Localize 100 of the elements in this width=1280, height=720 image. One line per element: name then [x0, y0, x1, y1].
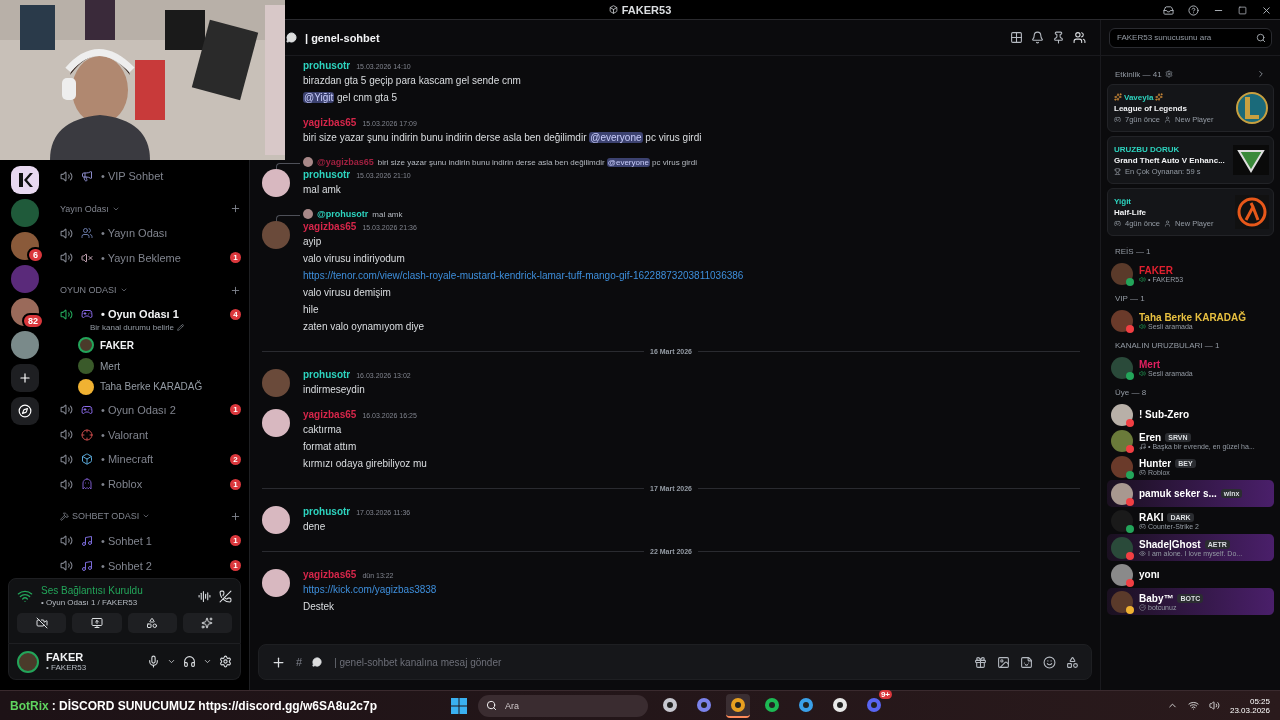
pin-icon[interactable]	[1052, 31, 1065, 44]
emoji-icon[interactable]	[1043, 655, 1056, 669]
members-icon[interactable]	[1073, 31, 1086, 44]
sound-wave-icon[interactable]	[198, 589, 211, 603]
mention[interactable]: @everyone	[589, 132, 643, 143]
close-icon[interactable]	[1261, 4, 1272, 16]
maximize-icon[interactable]	[1238, 5, 1247, 15]
category-header[interactable]: OYUN ODASI	[60, 285, 117, 296]
message-link[interactable]: https://kick.com/yagizbas3838	[303, 583, 437, 597]
channel-item[interactable]: • Sohbet 1 1	[60, 528, 241, 554]
message-text: @Yiğit gel cnm gta 5	[303, 91, 399, 105]
section-header: REİS — 1	[1115, 247, 1151, 256]
settings-icon[interactable]	[219, 655, 232, 668]
search-input[interactable]: Ara	[503, 699, 640, 712]
screen-share-button[interactable]	[72, 613, 122, 633]
start-icon[interactable]	[450, 696, 468, 715]
microphone-icon[interactable]	[147, 655, 160, 668]
taskbar-app[interactable]	[726, 693, 750, 718]
message-field[interactable]: # | genel-sohbet kanalına mesaj gönder	[258, 644, 1092, 680]
check-icon	[1139, 603, 1146, 611]
voice-user-name[interactable]: Taha Berke KARADAĞ	[100, 381, 203, 393]
channel-item[interactable]: • Yayın Bekleme 1	[60, 245, 241, 271]
channel-item[interactable]: • Yayın Odası	[60, 220, 241, 246]
gear-icon[interactable]	[1164, 70, 1173, 78]
search-input[interactable]: FAKER53 sunucusunu ara	[1115, 32, 1256, 43]
threads-icon[interactable]	[1010, 31, 1023, 44]
voice-user-name[interactable]: FAKER	[100, 339, 134, 351]
plus-icon[interactable]	[271, 654, 286, 670]
avatar	[262, 221, 290, 249]
camera-off-icon	[35, 617, 48, 629]
unread-badge: 1	[230, 252, 241, 264]
megaphone-icon	[81, 170, 93, 183]
music-icon	[81, 534, 93, 547]
bell-icon[interactable]	[1031, 31, 1044, 44]
message-link[interactable]: https://tenor.com/view/clash-royale-mustard-kendrick-lamar-tuff-mango-gif-16228873203811036386	[303, 269, 744, 283]
screen-share-icon	[90, 617, 103, 629]
member-item[interactable]: yonı	[1107, 562, 1274, 587]
caret-icon[interactable]	[203, 657, 212, 666]
message-author[interactable]: prohusotr	[303, 60, 351, 71]
cube-icon	[81, 453, 93, 466]
speaker-icon	[1139, 322, 1146, 330]
message-input[interactable]: | genel-sohbet kanalına mesaj gönder	[332, 655, 964, 669]
member-name: Baby™	[1139, 592, 1174, 604]
message-author[interactable]: prohusotr	[303, 369, 351, 380]
message-author[interactable]: prohusotr	[303, 506, 351, 517]
category-header[interactable]: Yayın Odası	[60, 203, 109, 214]
avatar	[78, 337, 94, 354]
network-icon[interactable]	[1187, 700, 1199, 711]
gift-icon[interactable]	[974, 655, 987, 669]
ticker-source: BotRix	[10, 698, 49, 713]
reply-author[interactable]: @prohusotr	[317, 209, 369, 219]
soundboard-button[interactable]	[182, 613, 232, 633]
speaker-icon[interactable]	[1208, 700, 1220, 711]
channel-item[interactable]: • Oyun Odası 2 1	[60, 397, 241, 423]
sticker-icon[interactable]	[1020, 655, 1033, 669]
voice-status[interactable]: Ses Bağlantısı Kuruldu	[41, 585, 190, 596]
message-author[interactable]: yagizbas65	[303, 221, 357, 232]
add-channel-icon[interactable]	[230, 203, 241, 215]
help-icon[interactable]	[1188, 4, 1199, 16]
camera-off-button[interactable]	[17, 613, 67, 633]
mention-badge: 82	[22, 313, 44, 329]
message-author[interactable]: yagizbas65	[303, 569, 357, 580]
category-header[interactable]: SOHBET ODASI	[72, 511, 140, 522]
discover-button[interactable]	[11, 397, 39, 425]
member-item[interactable]: ! Sub-Zero	[1107, 402, 1274, 427]
channel-item[interactable]: • Valorant	[60, 422, 241, 447]
disconnect-icon[interactable]	[219, 589, 232, 603]
message-author[interactable]: prohusotr	[303, 169, 351, 180]
add-server-button[interactable]	[11, 364, 39, 392]
plus-icon	[18, 371, 32, 385]
message-text: ayip	[303, 235, 323, 249]
voice-user-name[interactable]: Mert	[100, 360, 120, 372]
section-header: VIP — 1	[1115, 294, 1145, 303]
channel-item[interactable]: • VIP Sohbet	[60, 164, 241, 189]
chevron-icon[interactable]	[1256, 69, 1266, 79]
image-icon[interactable]	[997, 655, 1010, 669]
search-field[interactable]: Ara	[478, 694, 648, 717]
mention[interactable]: @everyone	[606, 157, 650, 167]
mention[interactable]: @Yiğit	[303, 92, 335, 103]
server-icon[interactable]	[11, 166, 39, 194]
apps-icon[interactable]	[1066, 655, 1079, 669]
channel-item[interactable]: • Roblox 1	[60, 471, 241, 497]
activities-icon	[146, 617, 159, 629]
caret-icon[interactable]	[167, 657, 176, 666]
message-author[interactable]: yagizbas65	[303, 409, 357, 420]
add-channel-icon[interactable]	[230, 284, 241, 296]
channel-item[interactable]: • Sohbet 2 1	[60, 553, 241, 578]
channel-status-text[interactable]: Bir kanal durumu belirle	[90, 323, 175, 333]
signal-icon[interactable]	[17, 588, 33, 604]
message-author[interactable]: yagizbas65	[303, 117, 357, 128]
add-channel-icon[interactable]	[230, 510, 241, 522]
headphones-icon[interactable]	[183, 655, 196, 668]
pencil-icon[interactable]	[177, 324, 185, 332]
channel-item[interactable]: • Minecraft 2	[60, 446, 241, 472]
activities-button[interactable]	[127, 613, 177, 633]
search-field[interactable]: FAKER53 sunucusunu ara	[1109, 27, 1272, 48]
inbox-icon[interactable]	[1163, 4, 1174, 16]
avatar	[262, 569, 290, 597]
member-name: yonı	[1139, 569, 1160, 580]
voice-location: • Oyun Odası 1 / FAKER53	[41, 598, 139, 607]
